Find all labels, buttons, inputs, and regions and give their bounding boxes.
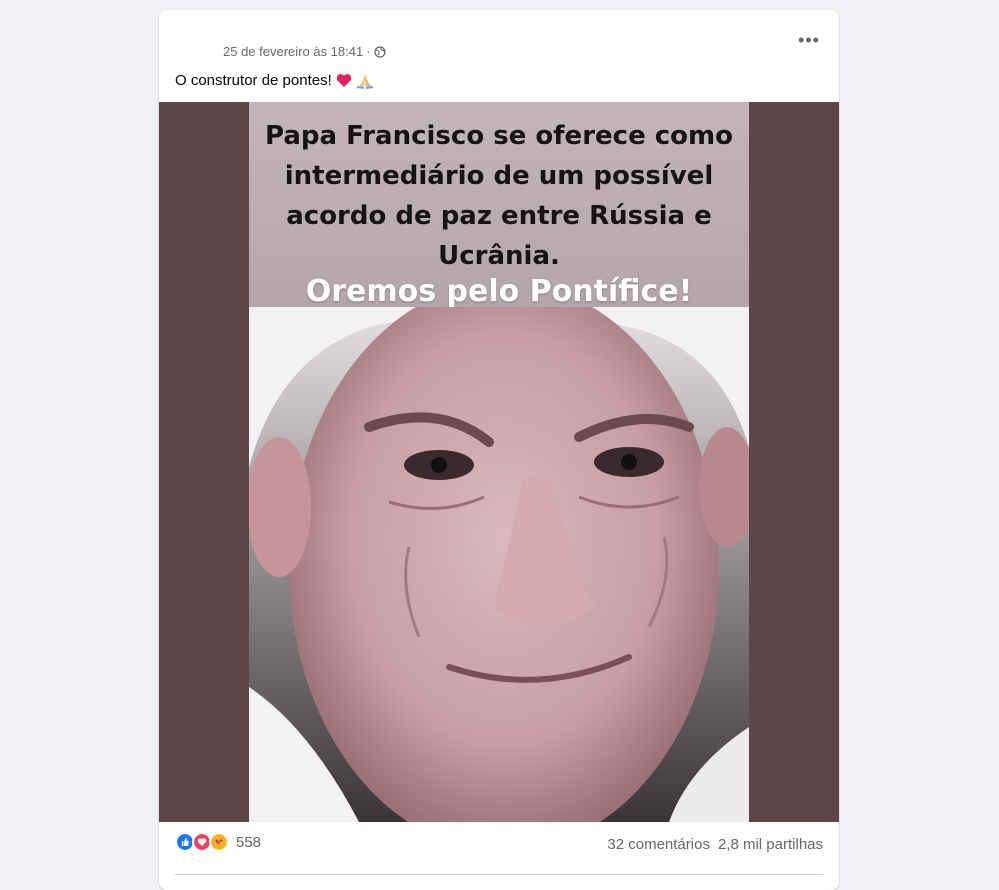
- post-caption: O construtor de pontes!: [175, 72, 374, 89]
- more-options-icon[interactable]: •••: [795, 28, 823, 52]
- reaction-count[interactable]: 558: [236, 834, 261, 851]
- red-heart-emoji: [336, 74, 352, 87]
- comments-count[interactable]: 32 comentários: [607, 836, 710, 853]
- caption-text: O construtor de pontes!: [175, 72, 332, 89]
- footer-divider: [175, 874, 823, 875]
- portrait-photo: [249, 307, 749, 822]
- globe-icon[interactable]: [373, 45, 386, 58]
- timestamp-separator: ·: [366, 44, 371, 59]
- post-image[interactable]: Papa Francisco se oferece como intermedi…: [249, 102, 749, 822]
- avatar[interactable]: [175, 34, 215, 74]
- image-headline: Papa Francisco se oferece como intermedi…: [265, 121, 733, 271]
- image-banner: Papa Francisco se oferece como intermedi…: [249, 102, 749, 309]
- folded-hands-emoji: [356, 73, 373, 89]
- shares-count[interactable]: 2,8 mil partilhas: [718, 836, 823, 853]
- post-stats: 32 comentários 2,8 mil partilhas: [607, 836, 823, 853]
- post-card: 25 de fevereiro às 18:41 · ••• O constru…: [159, 10, 839, 890]
- timestamp-text[interactable]: 25 de fevereiro às 18:41: [223, 44, 363, 59]
- reactions-summary[interactable]: 558: [175, 832, 261, 852]
- post-media[interactable]: Papa Francisco se oferece como intermedi…: [159, 102, 839, 822]
- post-footer: 558 32 comentários 2,8 mil partilhas: [159, 822, 839, 882]
- care-icon: [209, 832, 229, 852]
- image-subline: Oremos pelo Pontífice!: [305, 274, 693, 309]
- post-timestamp[interactable]: 25 de fevereiro às 18:41 ·: [223, 44, 386, 59]
- post-header: 25 de fevereiro às 18:41 · •••: [159, 10, 839, 70]
